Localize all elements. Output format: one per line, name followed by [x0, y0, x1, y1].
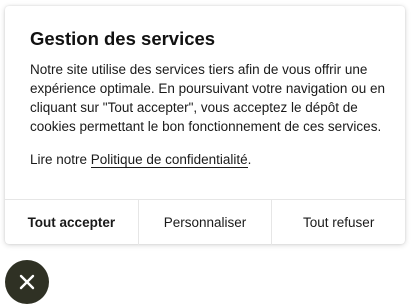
privacy-policy-link[interactable]: Politique de confidentialité: [90, 152, 248, 168]
close-icon: [19, 274, 35, 290]
customize-button[interactable]: Personnaliser: [137, 200, 272, 245]
policy-prefix: Lire notre: [30, 152, 91, 167]
cookie-consent-dialog: Gestion des services Notre site utilise …: [5, 6, 405, 245]
policy-suffix: .: [247, 152, 252, 167]
policy-line: Lire notre Politique de confidentialité.: [30, 150, 385, 169]
dialog-description: Notre site utilise des services tiers af…: [30, 62, 385, 134]
close-button[interactable]: [5, 260, 49, 304]
dialog-actions: Tout accepter Personnaliser Tout refuser: [5, 199, 405, 245]
accept-all-button[interactable]: Tout accepter: [5, 200, 138, 245]
refuse-all-button[interactable]: Tout refuser: [271, 200, 405, 245]
dialog-title: Gestion des services: [30, 28, 216, 49]
dialog-content: Gestion des services Notre site utilise …: [30, 28, 385, 169]
